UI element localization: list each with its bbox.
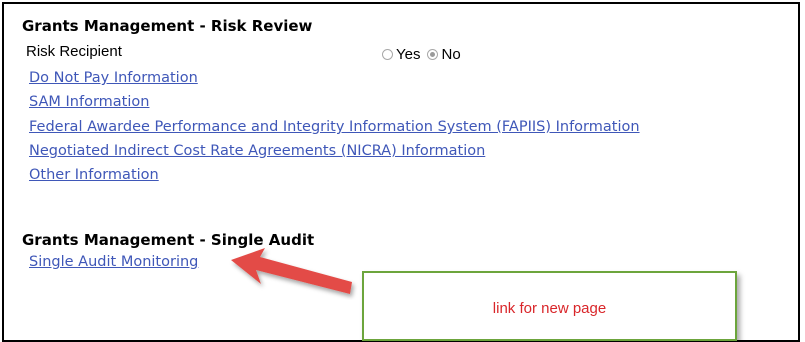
annotation-callout-text: link for new page (492, 300, 607, 317)
risk-review-heading: Grants Management - Risk Review (22, 17, 313, 35)
other-information-link[interactable]: Other Information (29, 167, 159, 183)
nicra-information-link[interactable]: Negotiated Indirect Cost Rate Agreements… (29, 143, 485, 159)
single-audit-monitoring-link[interactable]: Single Audit Monitoring (29, 254, 198, 270)
risk-recipient-label: Risk Recipient (26, 43, 122, 60)
sam-information-link[interactable]: SAM Information (29, 94, 149, 110)
annotation-arrow-icon (231, 248, 352, 294)
yes-label: Yes (396, 46, 421, 63)
fapiis-information-link[interactable]: Federal Awardee Performance and Integrit… (29, 119, 640, 135)
no-label: No (441, 46, 461, 63)
annotation-callout-box: link for new page (362, 271, 737, 341)
risk-recipient-radio-group: Yes No (382, 46, 468, 63)
do-not-pay-link[interactable]: Do Not Pay Information (29, 70, 198, 86)
risk-recipient-no-radio[interactable] (427, 49, 439, 60)
risk-recipient-yes-radio[interactable] (382, 49, 393, 60)
